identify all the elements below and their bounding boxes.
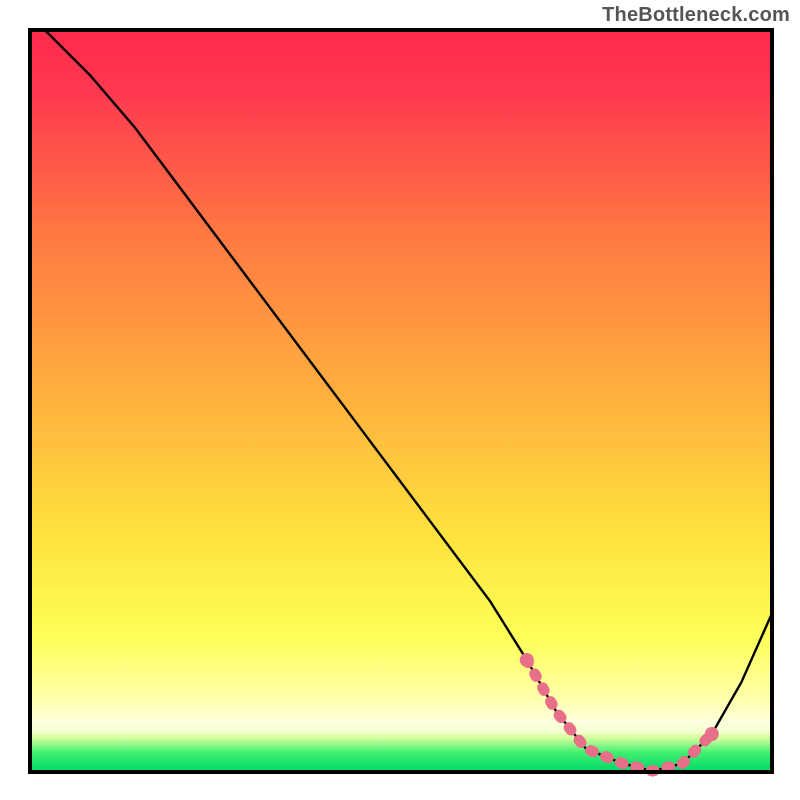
- plot-background: [31, 31, 771, 771]
- band-cap-left: [520, 653, 534, 667]
- chart-stage: { "attribution": "TheBottleneck.com", "c…: [0, 0, 800, 800]
- bottleneck-chart: [0, 0, 800, 800]
- attribution-text: TheBottleneck.com: [602, 4, 790, 27]
- pale-band: [31, 720, 771, 734]
- band-cap-right: [705, 727, 719, 741]
